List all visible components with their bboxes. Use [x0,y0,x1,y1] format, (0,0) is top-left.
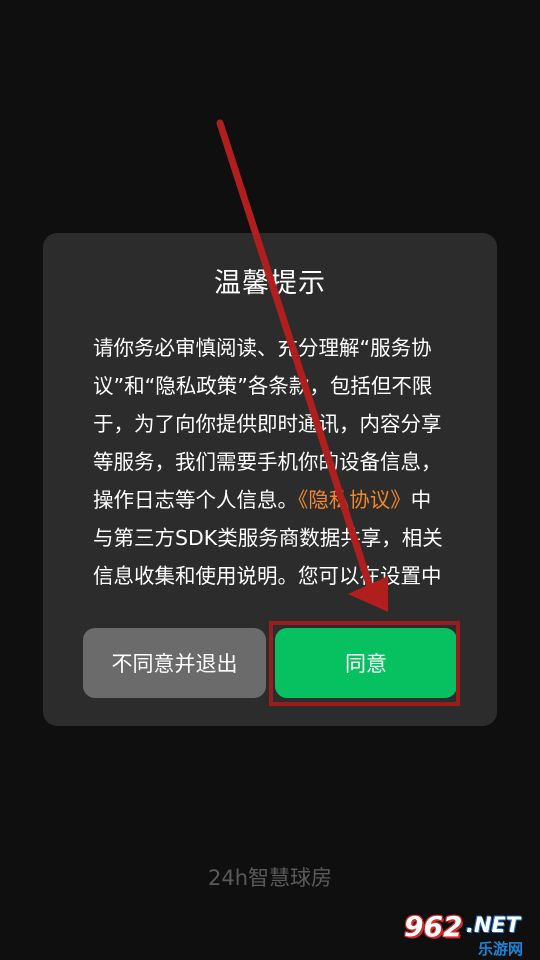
agree-button[interactable]: 同意 [275,628,457,698]
dialog-body[interactable]: 请你务必审慎阅读、充分理解“服务协议”和“隐私政策”各条款，包括但不限于，为了向… [93,329,447,599]
watermark-number: 962 [404,910,463,943]
privacy-dialog: 温馨提示 请你务必审慎阅读、充分理解“服务协议”和“隐私政策”各条款，包括但不限… [43,233,497,726]
body-text-intro: 请你务必审慎阅读、充分理解“服务协议”和“隐私政策”各条款，包括但不限于，为了向… [93,336,442,512]
privacy-agreement-link[interactable]: 《隐私协议》 [298,488,411,512]
dialog-title: 温馨提示 [214,268,326,299]
watermark-subtitle: 乐游网 [478,940,524,958]
decline-exit-button[interactable]: 不同意并退出 [83,628,266,698]
watermark-domain: .NET [466,913,521,937]
site-watermark-logo: 962 .NET 乐游网 [402,910,536,958]
app-name-footer: 24h智慧球房 [207,866,333,890]
